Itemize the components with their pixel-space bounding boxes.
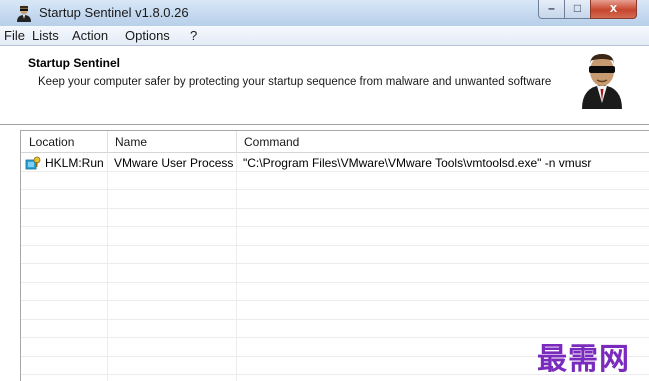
column-location[interactable]: Location <box>29 135 74 149</box>
menu-lists[interactable]: Lists <box>32 28 59 43</box>
header-title: Startup Sentinel <box>28 56 121 70</box>
cell-command: "C:\Program Files\VMware\VMware Tools\vm… <box>243 156 592 170</box>
menu-action[interactable]: Action <box>72 28 108 43</box>
secret-agent-app-icon <box>17 5 31 22</box>
column-command[interactable]: Command <box>244 135 299 149</box>
registry-key-icon <box>25 156 41 170</box>
cell-location: HKLM:Run <box>45 156 104 170</box>
window-title: Startup Sentinel v1.8.0.26 <box>39 5 189 20</box>
grid-line <box>21 226 649 227</box>
minimize-icon: – <box>548 1 555 15</box>
header-description: Keep your computer safer by protecting y… <box>38 76 552 88</box>
list-header: Location Name Command <box>21 131 649 153</box>
grid-line <box>107 153 108 381</box>
column-divider[interactable] <box>107 131 108 153</box>
menu-options[interactable]: Options <box>125 28 170 43</box>
minimize-button[interactable]: – <box>538 0 565 19</box>
header-panel: Startup Sentinel Keep your computer safe… <box>0 46 649 125</box>
watermark-text: 最需网 <box>537 342 630 377</box>
column-divider[interactable] <box>236 131 237 153</box>
close-icon: x <box>609 0 618 15</box>
grid-line <box>21 300 649 301</box>
menu-help[interactable]: ? <box>190 28 197 43</box>
maximize-icon: □ <box>573 1 582 15</box>
grid-line <box>21 319 649 320</box>
cell-name: VMware User Process <box>114 156 234 170</box>
grid-line <box>21 189 649 190</box>
grid-line <box>21 282 649 283</box>
table-row[interactable]: HKLM:Run VMware User Process "C:\Program… <box>21 154 649 172</box>
menu-file[interactable]: File <box>4 28 25 43</box>
title-bar[interactable]: Startup Sentinel v1.8.0.26 – □ x <box>0 0 649 26</box>
close-button[interactable]: x <box>590 0 637 19</box>
secret-agent-logo-icon <box>582 54 622 109</box>
grid-line <box>21 245 649 246</box>
column-name[interactable]: Name <box>115 135 147 149</box>
menu-bar: File Lists Action Options ? <box>0 26 649 46</box>
grid-line <box>236 153 237 381</box>
maximize-button[interactable]: □ <box>564 0 591 19</box>
grid-line <box>21 208 649 209</box>
grid-line <box>21 263 649 264</box>
